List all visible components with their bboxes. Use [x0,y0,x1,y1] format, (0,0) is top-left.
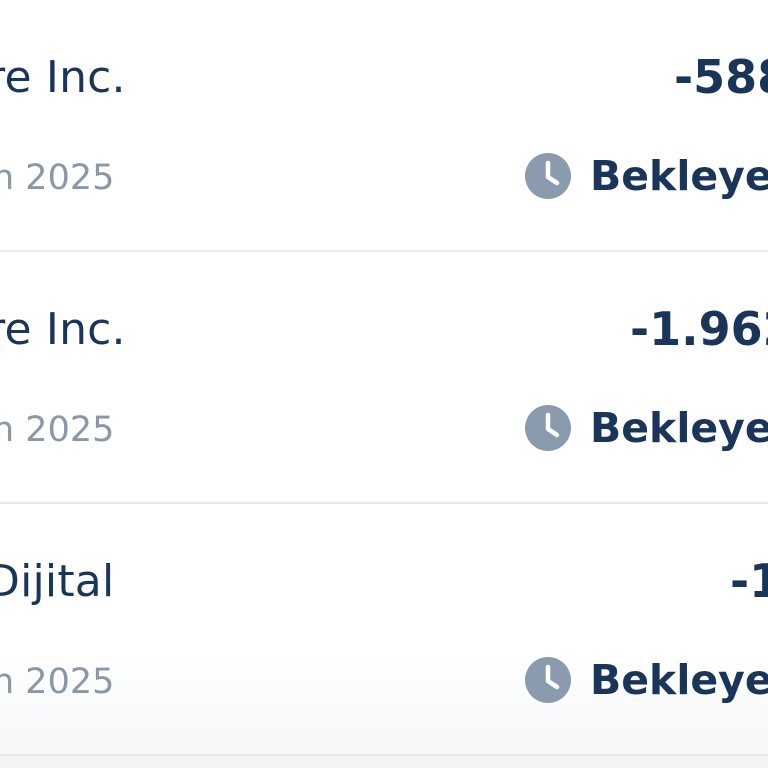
clock-icon [524,152,572,200]
status-label: Bekleyen [590,404,768,452]
merchant-name: ore Inc. [0,52,126,103]
transaction-amount: -588 [674,50,768,104]
status-indicator: Bekleyen [524,152,768,200]
transaction-row[interactable]: Dijital n 2025 -1 Bekleyen [0,504,768,757]
status-indicator: Bekleyen [524,404,768,452]
transaction-row[interactable]: ore Inc. n 2025 -588 Bekleyen [0,0,768,253]
transaction-date: n 2025 [0,662,115,702]
merchant-name: ore Inc. [0,304,126,355]
transaction-amount: -1 [730,554,768,608]
clock-icon [524,404,572,452]
transaction-amount: -1.962 [630,302,768,356]
transaction-date: n 2025 [0,158,115,198]
merchant-name: Dijital [0,556,115,607]
transaction-date: n 2025 [0,410,115,450]
status-label: Bekleyen [590,152,768,200]
transaction-list: ore Inc. n 2025 -588 Bekleyen ore Inc. n… [0,0,768,768]
transaction-row-partial [0,756,768,768]
clock-icon [524,656,572,704]
status-label: Bekleyen [590,656,768,704]
transaction-row[interactable]: ore Inc. n 2025 -1.962 Bekleyen [0,252,768,505]
status-indicator: Bekleyen [524,656,768,704]
